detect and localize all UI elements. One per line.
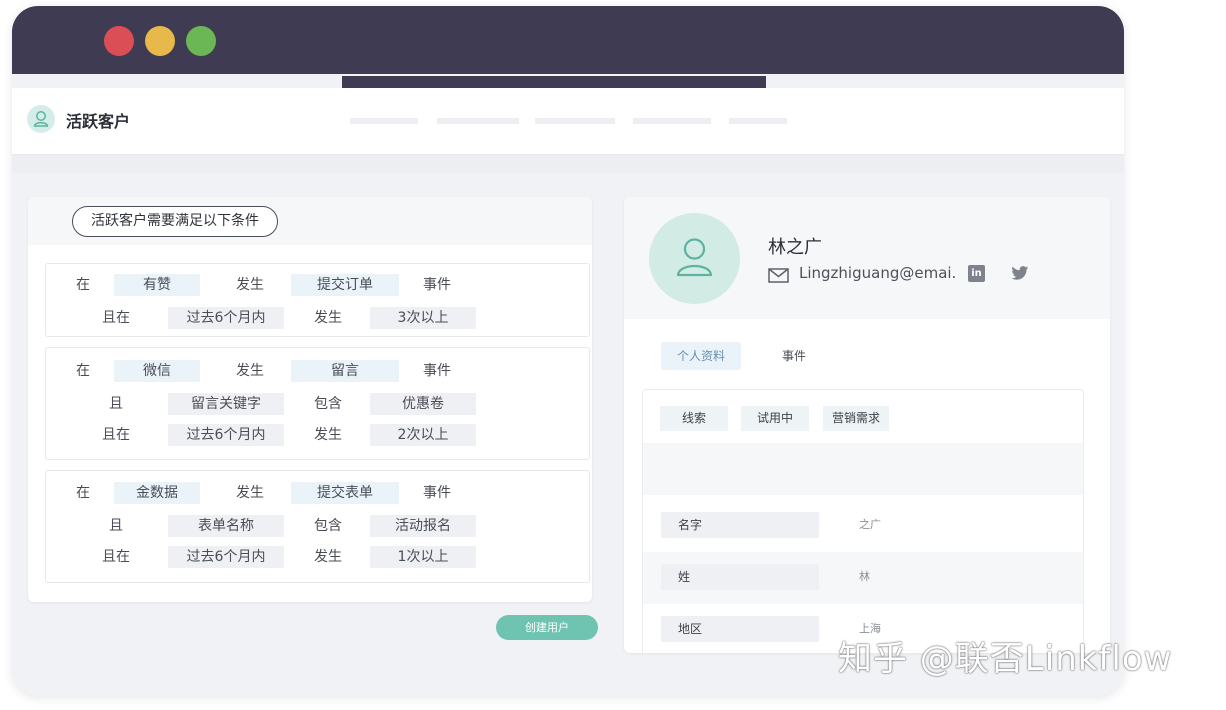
rule-prefix: 且: [109, 396, 123, 412]
profile-email[interactable]: Lingzhiguang@emai.: [799, 264, 956, 282]
conditions-header: 活跃客户需要满足以下条件: [72, 206, 278, 237]
tab-events[interactable]: 事件: [764, 342, 824, 370]
tag-chip[interactable]: 试用中: [741, 406, 809, 431]
field-label: 名字: [661, 512, 819, 538]
rule-verb: 发生: [314, 427, 342, 443]
rule-period[interactable]: 过去6个月内: [168, 424, 284, 446]
user-icon: [27, 105, 55, 133]
rule-count[interactable]: 3次以上: [370, 307, 476, 329]
rule-prefix: 且在: [102, 427, 130, 443]
rule-event[interactable]: 提交订单: [291, 274, 399, 296]
rule-count[interactable]: 1次以上: [370, 546, 476, 568]
rule-event[interactable]: 提交表单: [291, 482, 399, 504]
nav-placeholder-1[interactable]: [350, 118, 418, 124]
rule-keyword[interactable]: 留言关键字: [168, 393, 284, 415]
rule-verb: 发生: [236, 485, 264, 501]
rule-suffix: 事件: [423, 277, 451, 293]
rule-period[interactable]: 过去6个月内: [168, 307, 284, 329]
rule-prefix: 且在: [102, 310, 130, 326]
profile-panel: 林之广 Lingzhiguang@emai. in 个人资料 事件 线索 试用中…: [624, 197, 1110, 653]
rule-event[interactable]: 留言: [291, 360, 399, 382]
tab-profile[interactable]: 个人资料: [661, 342, 741, 370]
rule-source[interactable]: 微信: [114, 360, 200, 382]
field-value: 之广: [859, 518, 881, 531]
content-divider: [12, 155, 1124, 173]
page-title: 活跃客户: [66, 112, 131, 131]
profile-header: 林之广 Lingzhiguang@emai. in: [624, 197, 1110, 319]
rule-source[interactable]: 金数据: [114, 482, 200, 504]
mail-icon: [768, 268, 789, 283]
rule-value[interactable]: 优惠卷: [370, 393, 476, 415]
rule-block: 在 有赞 发生 提交订单 事件 且在 过去6个月内 发生 3次以上: [45, 263, 590, 337]
rule-block: 在 金数据 发生 提交表单 事件 且 表单名称 包含 活动报名 且在 过去6个月…: [45, 470, 590, 583]
avatar: [649, 213, 740, 304]
create-user-button[interactable]: 创建用户: [496, 615, 598, 640]
nav-placeholder-2[interactable]: [437, 118, 519, 124]
rule-count[interactable]: 2次以上: [370, 424, 476, 446]
tag-chip[interactable]: 营销需求: [823, 406, 889, 431]
minimize-window-button[interactable]: [145, 26, 175, 56]
rule-source[interactable]: 有赞: [114, 274, 200, 296]
rule-prefix: 在: [76, 277, 90, 293]
field-label: 姓: [661, 564, 819, 590]
tag-chip[interactable]: 线索: [660, 406, 728, 431]
field-row: 名字 之广: [643, 500, 1083, 552]
rule-prefix: 且在: [102, 549, 130, 565]
field-value: 林: [859, 570, 870, 583]
conditions-panel: 活跃客户需要满足以下条件 在 有赞 发生 提交订单 事件 且在 过去6个月内 发…: [28, 197, 592, 602]
twitter-icon[interactable]: [1011, 266, 1029, 281]
rule-prefix: 在: [76, 363, 90, 379]
conditions-header-area: 活跃客户需要满足以下条件: [28, 197, 592, 245]
rule-verb: 包含: [314, 396, 342, 412]
linkedin-icon[interactable]: in: [968, 265, 985, 282]
rule-verb: 发生: [236, 363, 264, 379]
rule-verb: 发生: [236, 277, 264, 293]
field-row: 姓 林: [643, 552, 1083, 604]
nav-placeholder-3[interactable]: [535, 118, 615, 124]
rule-verb: 发生: [314, 310, 342, 326]
card-spacer: [643, 443, 1083, 495]
nav-placeholder-4[interactable]: [633, 118, 711, 124]
profile-name: 林之广: [768, 237, 822, 258]
app-header: 活跃客户: [12, 88, 1124, 155]
nav-placeholder-5[interactable]: [729, 118, 787, 124]
profile-card: 线索 试用中 营销需求 名字 之广 姓 林 地区 上海: [642, 389, 1084, 653]
user-icon: [676, 238, 713, 277]
rule-block: 在 微信 发生 留言 事件 且 留言关键字 包含 优惠卷 且在 过去6个月内 发…: [45, 347, 590, 460]
rule-field[interactable]: 表单名称: [168, 515, 284, 537]
close-window-button[interactable]: [104, 26, 134, 56]
window-titlebar: [12, 6, 1124, 74]
watermark: 知乎 @联否Linkflow: [838, 639, 1173, 679]
field-label: 地区: [661, 616, 819, 642]
rule-suffix: 事件: [423, 485, 451, 501]
rule-verb: 发生: [314, 549, 342, 565]
rule-suffix: 事件: [423, 363, 451, 379]
rule-prefix: 在: [76, 485, 90, 501]
maximize-window-button[interactable]: [186, 26, 216, 56]
rule-verb: 包含: [314, 518, 342, 534]
rule-value[interactable]: 活动报名: [370, 515, 476, 537]
rule-prefix: 且: [109, 518, 123, 534]
rule-period[interactable]: 过去6个月内: [168, 546, 284, 568]
